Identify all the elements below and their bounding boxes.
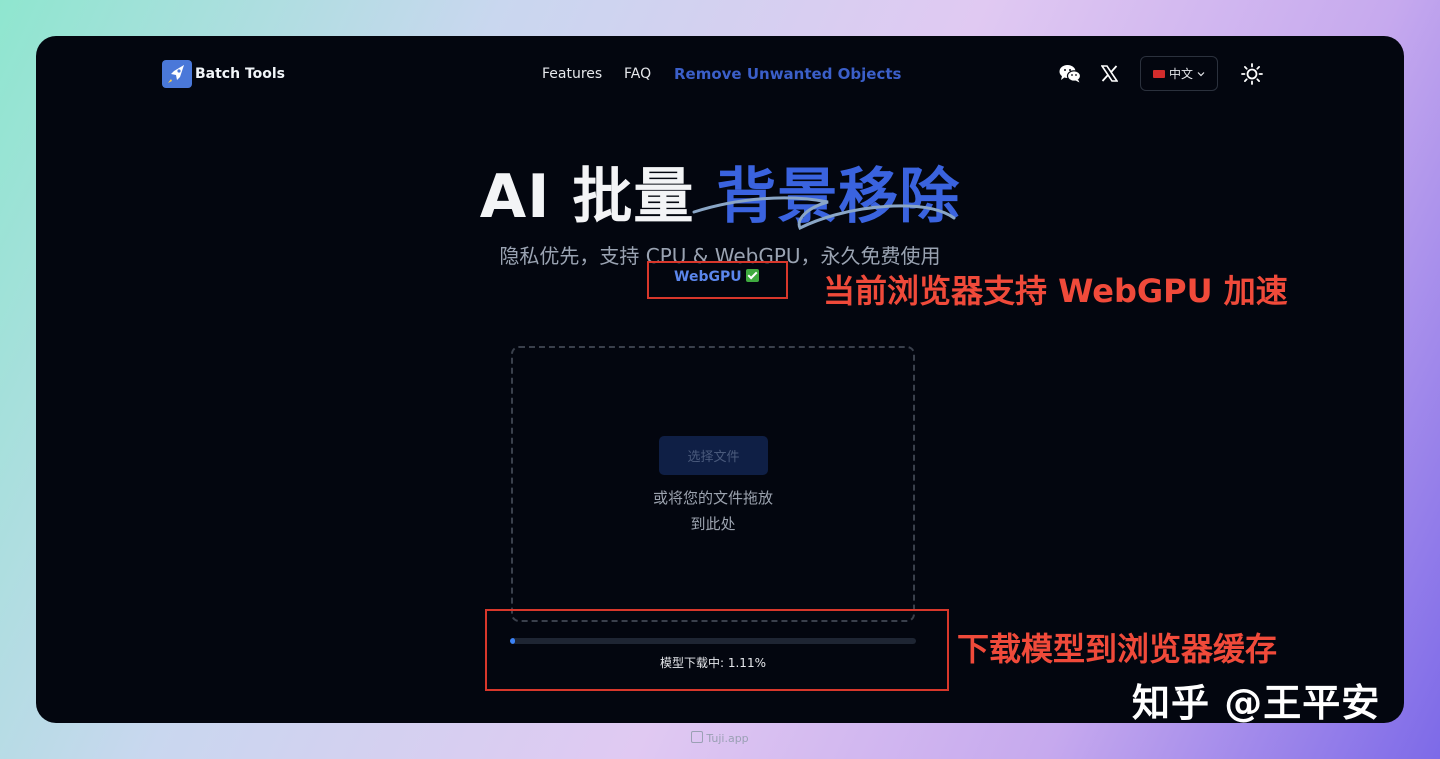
wechat-icon[interactable] bbox=[1059, 64, 1081, 83]
drop-hint-line1: 或将您的文件拖放 bbox=[652, 489, 773, 507]
footer-credit: Tuji.app bbox=[0, 731, 1440, 745]
zhihu-watermark: 知乎 @王平安 bbox=[1132, 681, 1381, 723]
nav-features[interactable]: Features bbox=[542, 66, 602, 82]
annotation-box-webgpu bbox=[647, 261, 788, 299]
theme-toggle-sun-icon[interactable] bbox=[1241, 63, 1263, 85]
rocket-logo-icon[interactable] bbox=[162, 60, 192, 88]
chevron-down-icon bbox=[1197, 71, 1205, 76]
language-select[interactable]: 中文 bbox=[1140, 56, 1218, 91]
footer-credit-label: Tuji.app bbox=[706, 732, 749, 745]
tuji-logo-icon bbox=[691, 731, 704, 743]
brand-name[interactable]: Batch Tools bbox=[195, 66, 285, 82]
china-flag-icon bbox=[1152, 69, 1165, 78]
choose-file-button[interactable]: 选择文件 bbox=[659, 436, 768, 475]
nav-faq[interactable]: FAQ bbox=[624, 66, 651, 82]
annotation-box-download bbox=[485, 609, 949, 691]
title-main: AI 批量 bbox=[479, 162, 717, 232]
annotation-webgpu-note: 当前浏览器支持 WebGPU 加速 bbox=[823, 272, 1288, 310]
title-underline-swoosh bbox=[692, 196, 956, 231]
drop-hint: 或将您的文件拖放 到此处 bbox=[613, 485, 813, 537]
file-dropzone[interactable] bbox=[511, 346, 915, 622]
drop-hint-line2: 到此处 bbox=[690, 515, 736, 533]
app-window: Batch Tools Features FAQ Remove Unwanted… bbox=[36, 36, 1404, 723]
x-twitter-icon[interactable] bbox=[1101, 65, 1118, 82]
annotation-download-note: 下载模型到浏览器缓存 bbox=[957, 630, 1278, 668]
nav-remove-unwanted-objects[interactable]: Remove Unwanted Objects bbox=[674, 65, 901, 83]
language-label: 中文 bbox=[1168, 67, 1193, 81]
